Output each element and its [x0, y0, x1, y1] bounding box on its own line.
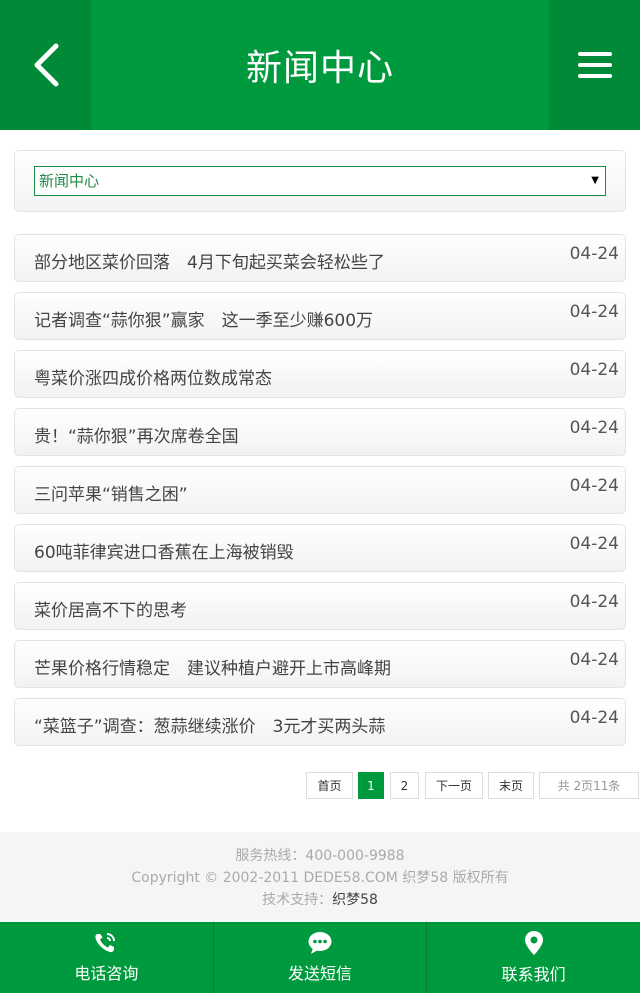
news-title[interactable]: “菜篮子”调查：葱蒜继续涨价 3元才买两头蒜: [34, 712, 385, 737]
page-1-link[interactable]: 1: [358, 772, 384, 799]
phone-consult-button[interactable]: 电话咨询: [0, 922, 214, 993]
last-page-link[interactable]: 末页: [488, 772, 534, 799]
news-date: 04-24: [569, 650, 619, 670]
news-item[interactable]: 粤菜价涨四成价格两位数成常态 04-24: [14, 350, 626, 398]
bottom-nav-label: 发送短信: [288, 964, 353, 983]
news-item[interactable]: “菜篮子”调查：葱蒜继续涨价 3元才买两头蒜 04-24: [14, 698, 626, 746]
service-hotline: 服务热线：400-000-9988: [235, 848, 405, 864]
news-title[interactable]: 记者调查“蒜你狠”赢家 这一季至少赚600万: [34, 306, 373, 331]
chevron-left-icon: [34, 43, 58, 87]
page-title: 新闻中心: [245, 48, 394, 89]
category-select-panel: 新闻中心 ▼: [14, 150, 626, 212]
news-list: 部分地区菜价回落 4月下旬起买菜会轻松些了 04-24 记者调查“蒜你狠”赢家 …: [14, 234, 626, 756]
news-title[interactable]: 三问苹果“销售之困”: [34, 480, 188, 505]
news-title[interactable]: 粤菜价涨四成价格两位数成常态: [34, 364, 272, 389]
news-date: 04-24: [569, 418, 619, 438]
news-item[interactable]: 贵！“蒜你狠”再次席卷全国 04-24: [14, 408, 626, 456]
news-date: 04-24: [569, 534, 619, 554]
news-title[interactable]: 菜价居高不下的思考: [34, 596, 187, 621]
contact-us-button[interactable]: 联系我们: [427, 922, 640, 993]
news-date: 04-24: [569, 476, 619, 496]
bottom-nav-label: 联系我们: [501, 965, 566, 984]
news-item[interactable]: 60吨菲律宾进口香蕉在上海被销毁 04-24: [14, 524, 626, 572]
tech-support-link[interactable]: 织梦58: [332, 892, 378, 908]
news-item[interactable]: 三问苹果“销售之困” 04-24: [14, 466, 626, 514]
bottom-nav: 电话咨询 发送短信 联系我们: [0, 922, 640, 993]
top-header: 新闻中心: [0, 0, 640, 130]
menu-button[interactable]: [549, 0, 640, 130]
category-select[interactable]: 新闻中心 ▼: [34, 166, 606, 196]
category-select-value: 新闻中心: [39, 172, 100, 190]
news-date: 04-24: [569, 592, 619, 612]
news-date: 04-24: [569, 244, 619, 264]
phone-icon: [95, 933, 116, 953]
site-footer: 服务热线：400-000-9988 Copyright © 2002-2011 …: [0, 832, 640, 922]
news-item[interactable]: 芒果价格行情稳定 建议种植户避开上市高峰期 04-24: [14, 640, 626, 688]
news-date: 04-24: [569, 708, 619, 728]
page-2-link[interactable]: 2: [390, 772, 419, 799]
news-title[interactable]: 60吨菲律宾进口香蕉在上海被销毁: [34, 538, 294, 563]
bottom-nav-label: 电话咨询: [74, 964, 139, 983]
news-item[interactable]: 记者调查“蒜你狠”赢家 这一季至少赚600万 04-24: [14, 292, 626, 340]
dropdown-arrow-icon: ▼: [591, 175, 599, 186]
next-page-link[interactable]: 下一页: [425, 772, 483, 799]
page-count-info: 共 2页11条: [539, 772, 639, 799]
news-title[interactable]: 贵！“蒜你狠”再次席卷全国: [34, 422, 239, 447]
news-date: 04-24: [569, 360, 619, 380]
news-title[interactable]: 部分地区菜价回落 4月下旬起买菜会轻松些了: [34, 248, 385, 273]
pagination: 首页 1 2 下一页 末页 共 2页11条: [0, 772, 640, 800]
send-sms-button[interactable]: 发送短信: [214, 922, 428, 993]
news-item[interactable]: 菜价居高不下的思考 04-24: [14, 582, 626, 630]
first-page-link[interactable]: 首页: [306, 772, 353, 799]
message-icon: [308, 932, 332, 954]
menu-icon: [577, 52, 612, 78]
copyright-text: Copyright © 2002-2011 DEDE58.COM 织梦58 版权…: [131, 870, 509, 886]
news-date: 04-24: [569, 302, 619, 322]
tech-support-label: 技术支持：: [262, 892, 333, 908]
news-title[interactable]: 芒果价格行情稳定 建议种植户避开上市高峰期: [34, 654, 391, 679]
back-button[interactable]: [0, 0, 91, 130]
location-pin-icon: [524, 931, 543, 955]
tech-support: 技术支持：织梦58: [0, 889, 640, 911]
news-item[interactable]: 部分地区菜价回落 4月下旬起买菜会轻松些了 04-24: [14, 234, 626, 282]
